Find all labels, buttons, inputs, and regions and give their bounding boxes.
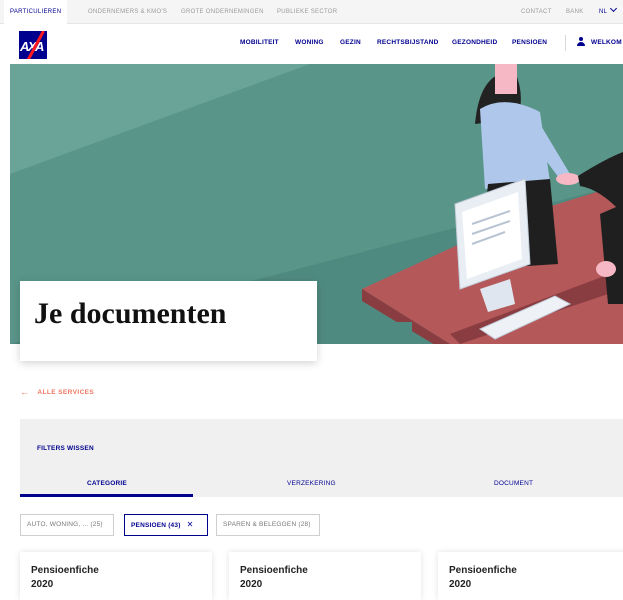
chip-auto-woning[interactable]: AUTO, WONING, ... (25) xyxy=(20,514,114,536)
chip-pensioen[interactable]: PENSIOEN (43) ✕ xyxy=(124,514,208,536)
clear-filters-button[interactable]: FILTERS WISSEN xyxy=(37,445,94,452)
chip-sparen-beleggen[interactable]: SPAREN & BELEGGEN (28) xyxy=(216,514,320,536)
language-label: NL xyxy=(599,9,608,15)
tab-verzekering[interactable]: VERZEKERING xyxy=(287,480,336,487)
document-card-year: 2020 xyxy=(449,579,472,590)
document-card[interactable]: Pensioenfiche 2020 xyxy=(229,552,421,600)
user-icon-body xyxy=(577,42,585,46)
hero-floor xyxy=(322,322,412,344)
arrow-left-icon: ← xyxy=(20,387,30,397)
welcome-link[interactable]: WELKOM xyxy=(591,39,622,46)
segment-grote-ondernemingen[interactable]: GROTE ONDERNEMINGEN xyxy=(181,0,264,24)
document-card-title: Pensioenfiche xyxy=(31,565,99,576)
page-title-card: Je documenten xyxy=(20,281,317,361)
document-card-title: Pensioenfiche xyxy=(449,565,517,576)
segment-bar: PARTICULIEREN ONDERNEMERS & KMO'S GROTE … xyxy=(0,0,623,24)
nav-item-gezin[interactable]: GEZIN xyxy=(340,39,361,46)
nav-divider xyxy=(565,35,566,51)
tab-categorie[interactable]: CATEGORIE xyxy=(87,480,127,487)
axa-logo[interactable]: AXA xyxy=(19,31,47,59)
tab-document[interactable]: DOCUMENT xyxy=(494,480,533,487)
person-right-hand xyxy=(596,261,616,277)
contact-link[interactable]: CONTACT xyxy=(521,0,552,24)
nav-item-pensioen[interactable]: PENSIOEN xyxy=(512,39,547,46)
filters-panel: FILTERS WISSEN CATEGORIE VERZEKERING DOC… xyxy=(20,419,623,497)
document-card-title: Pensioenfiche xyxy=(240,565,308,576)
document-card[interactable]: Pensioenfiche 2020 xyxy=(20,552,212,600)
chevron-down-icon xyxy=(610,4,618,13)
segment-publieke-sector[interactable]: PUBLIEKE SECTOR xyxy=(277,0,337,24)
nav-item-rechtsbijstand[interactable]: RECHTSBIJSTAND xyxy=(377,39,439,46)
nav-item-woning[interactable]: WONING xyxy=(295,39,324,46)
document-card-year: 2020 xyxy=(240,579,263,590)
segment-particulieren[interactable]: PARTICULIEREN xyxy=(4,0,68,24)
nav-item-mobiliteit[interactable]: MOBILITEIT xyxy=(240,39,279,46)
handshake xyxy=(556,173,580,185)
back-link[interactable]: ← ALLE SERVICES xyxy=(20,386,94,398)
document-card[interactable]: Pensioenfiche 2020 xyxy=(438,552,623,600)
user-icon[interactable] xyxy=(577,37,585,46)
page-title: Je documenten xyxy=(34,297,227,330)
bank-link[interactable]: BANK xyxy=(566,0,584,24)
document-card-year: 2020 xyxy=(31,579,54,590)
user-icon-head xyxy=(579,37,583,41)
segment-ondernemers[interactable]: ONDERNEMERS & KMO'S xyxy=(88,0,167,24)
active-tab-indicator xyxy=(20,494,193,497)
main-navigation: AXA MOBILITEIT WONING GEZIN RECHTSBIJSTA… xyxy=(0,24,623,64)
chip-pensioen-label: PENSIOEN (43) xyxy=(131,522,181,529)
language-selector[interactable]: NL xyxy=(599,0,618,24)
close-icon[interactable]: ✕ xyxy=(187,520,194,529)
nav-item-gezondheid[interactable]: GEZONDHEID xyxy=(452,39,497,46)
person-left-face xyxy=(495,64,517,94)
back-link-label: ALLE SERVICES xyxy=(37,388,95,396)
filter-chips: AUTO, WONING, ... (25) PENSIOEN (43) ✕ SP… xyxy=(20,514,623,536)
